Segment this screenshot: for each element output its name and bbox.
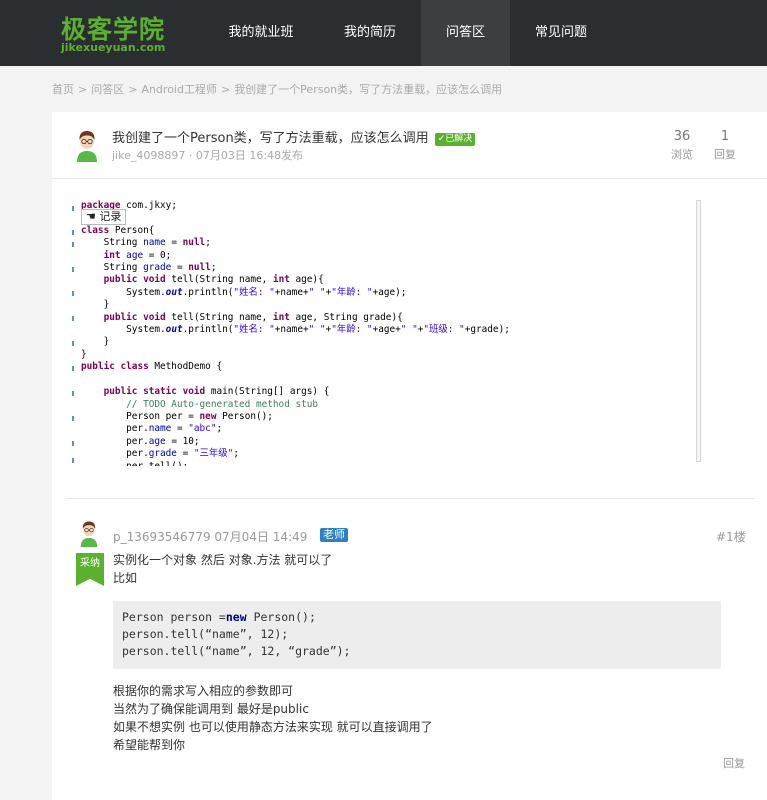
reply-link[interactable]: 回复 xyxy=(723,755,745,771)
nav-my-resume[interactable]: 我的简历 xyxy=(321,0,419,66)
code-line: class Person{ xyxy=(81,224,155,236)
breadcrumb-separator: > xyxy=(220,83,231,96)
question-title: 我创建了一个Person类，写了方法重载，应该怎么调用 ✓已解决 xyxy=(112,127,476,146)
top-nav-bar: 极客学院 jikexueyuan.com 我的就业班 我的简历 问答区 常见问题 xyxy=(0,0,767,66)
nav-qa-area[interactable]: 问答区 xyxy=(421,0,510,66)
code-line: } xyxy=(81,336,110,348)
answer-code-line: Person person =new Person(); xyxy=(122,610,316,624)
question-meta: jike_4098897 · 07月03日 16:48发布 xyxy=(112,149,304,162)
editor-scrollbar[interactable] xyxy=(696,200,701,462)
breadcrumb-separator: > xyxy=(78,83,88,96)
answer-author: p_13693546779 07月04日 14:49 xyxy=(113,530,308,544)
code-line: System.out.println("姓名: "+name+" "+"年龄: … xyxy=(81,324,510,336)
views-label: 浏览 xyxy=(671,148,693,161)
code-line: int age = 0; xyxy=(103,249,172,261)
replies-stat: 1 回复 xyxy=(705,129,745,163)
views-count: 36 xyxy=(673,129,691,144)
code-line: } xyxy=(81,299,110,311)
answer-code-line: person.tell(“name”, 12, “grade”); xyxy=(122,644,351,658)
replies-label: 回复 xyxy=(714,148,736,161)
code-line: per.tell(); xyxy=(81,461,188,466)
floor-label: #1楼 xyxy=(716,530,746,544)
breadcrumb-home[interactable]: 首页 xyxy=(52,83,74,96)
code-line: // TODO Auto-generated method stub xyxy=(126,398,319,410)
answer-code-line: person.tell(“name”, 12); xyxy=(122,627,289,641)
answerer-avatar[interactable] xyxy=(78,519,100,547)
question-header: 我创建了一个Person类，写了方法重载，应该怎么调用 ✓已解决 jike_409… xyxy=(52,112,767,179)
question-card: 我创建了一个Person类，写了方法重载，应该怎么调用 ✓已解决 jike_409… xyxy=(52,112,767,800)
accepted-ribbon: 采纳 xyxy=(76,553,104,586)
code-line: String grade = null; xyxy=(81,262,217,274)
question-code: package com.jkxy; class Person{ String n… xyxy=(81,200,510,466)
solved-badge: ✓已解决 xyxy=(434,133,476,146)
answer-outro-line: 根据你的需求写入相应的参数即可 xyxy=(113,684,294,698)
breadcrumb-android[interactable]: Android工程师 xyxy=(141,83,217,96)
answer-outro-line: 希望能帮到你 xyxy=(113,738,186,752)
code-line: String name = null; xyxy=(81,237,211,249)
section-divider xyxy=(67,498,755,499)
answer-code-block: Person person =new Person(); person.tell… xyxy=(113,601,721,669)
editor-gutter xyxy=(69,196,81,466)
teacher-badge: 老师 xyxy=(320,528,348,542)
answer-intro-line: 比如 xyxy=(113,571,138,585)
code-line: per.age = 10; xyxy=(81,435,200,447)
nav-my-job-class[interactable]: 我的就业班 xyxy=(212,0,310,66)
solved-badge-label: 已解决 xyxy=(445,134,473,144)
code-line: per.grade = "三年级"; xyxy=(81,448,239,460)
code-line: public class MethodDemo { xyxy=(81,361,223,373)
record-tooltip[interactable]: ☚ 记录 xyxy=(81,209,127,225)
question-code-screenshot: package com.jkxy; class Person{ String n… xyxy=(69,196,703,466)
code-line: public void tell(String name, int age){ xyxy=(103,274,324,286)
record-tooltip-label: 记录 xyxy=(99,210,122,223)
answer-outro-line: 当然为了确保能调用到 最好是public xyxy=(113,702,309,716)
asker-avatar[interactable] xyxy=(74,128,100,162)
replies-count: 1 xyxy=(720,129,730,144)
logo-domain-text: jikexueyuan.com xyxy=(61,41,166,54)
site-logo[interactable]: 极客学院 jikexueyuan.com xyxy=(60,10,180,56)
code-line: public void tell(String name, int age, S… xyxy=(103,311,403,323)
breadcrumb-separator: > xyxy=(128,83,138,96)
code-line: System.out.println("姓名: "+name+" "+"年龄: … xyxy=(81,286,407,298)
answer-intro-line: 实例化一个对象 然后 对象.方法 就可以了 xyxy=(113,553,333,567)
views-stat: 36 浏览 xyxy=(662,129,702,163)
breadcrumb-current: 我创建了一个Person类，写了方法重载，应该怎么调用 xyxy=(234,83,503,96)
breadcrumb: 首页 > 问答区 > Android工程师 > 我创建了一个Person类，写了方法重载，应… xyxy=(52,81,502,97)
code-line: Person per = new Person(); xyxy=(81,410,273,422)
nav-faq[interactable]: 常见问题 xyxy=(512,0,610,66)
code-line: per.name = "abc"; xyxy=(81,423,223,435)
question-title-text: 我创建了一个Person类，写了方法重载，应该怎么调用 xyxy=(112,131,429,146)
code-line: } xyxy=(81,348,87,360)
code-line: public static void main(String[] args) { xyxy=(103,386,330,398)
answer-outro-line: 如果不想实例 也可以使用静态方法来实现 就可以直接调用了 xyxy=(113,720,433,734)
breadcrumb-qa[interactable]: 问答区 xyxy=(91,83,124,96)
